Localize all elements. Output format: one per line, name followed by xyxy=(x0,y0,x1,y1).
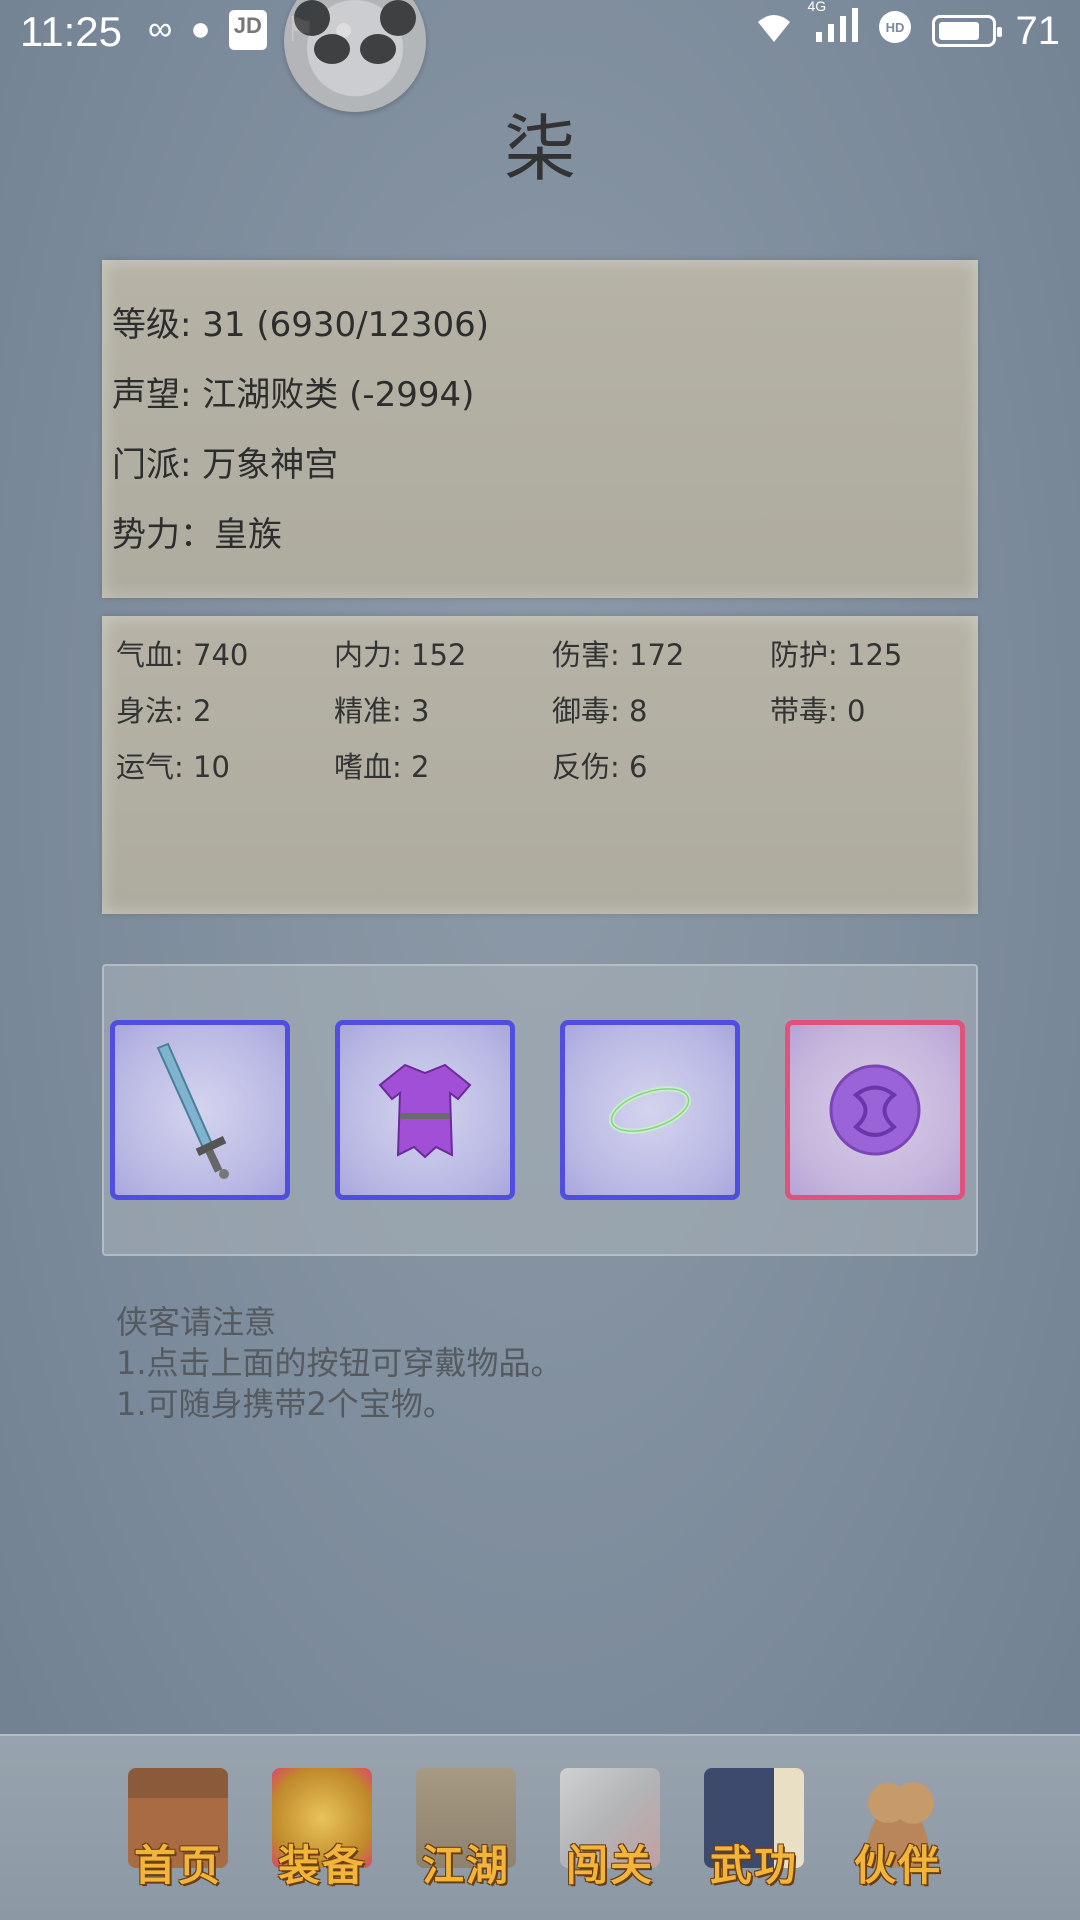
sect-text: 门派: 万象神宫 xyxy=(112,445,339,485)
robe-icon xyxy=(378,1063,472,1159)
stat-poison-resist: 御毒: 8 xyxy=(552,694,648,728)
svg-text:HD: HD xyxy=(885,20,904,35)
nav-jianghu-label: 江湖 xyxy=(421,1841,510,1890)
stat-agility: 身法: 2 xyxy=(116,694,212,728)
battery-icon xyxy=(931,15,1002,47)
stat-reflect: 反伤: 6 xyxy=(552,750,648,784)
sword-icon xyxy=(156,1042,229,1179)
nav-challenge[interactable]: 闯关 xyxy=(550,1768,670,1898)
jd-app-icon: JD xyxy=(228,10,267,50)
reputation-text: 声望: 江湖败类 (-2994) xyxy=(112,375,475,415)
bottom-navigation: 首页 装备 江湖 闯关 武功 伙伴 xyxy=(0,1734,1080,1920)
equip-slot-ring[interactable] xyxy=(560,1020,740,1200)
level-text: 等级: 31 (6930/12306) xyxy=(112,305,490,345)
equip-slot-weapon[interactable] xyxy=(110,1020,290,1200)
system-icons: 4G HD 71 xyxy=(754,0,1061,54)
character-info-panel: 等级: 31 (6930/12306) 声望: 江湖败类 (-2994) 门派:… xyxy=(102,260,978,598)
equip-slot-armor[interactable] xyxy=(335,1020,515,1200)
tips-line-1: 1.点击上面的按钮可穿戴物品。 xyxy=(116,1344,563,1382)
stat-accuracy: 精准: 3 xyxy=(334,694,430,728)
tips-line-2: 1.可随身携带2个宝物。 xyxy=(116,1385,455,1423)
avatar-eye xyxy=(314,34,350,64)
attributes-panel: 气血: 740 内力: 152 伤害: 172 防护: 125 身法: 2 精准… xyxy=(102,616,978,914)
equipment-panel xyxy=(102,964,978,1256)
ring-icon xyxy=(609,1086,691,1134)
nav-home-label: 首页 xyxy=(133,1841,222,1890)
nav-jianghu[interactable]: 江湖 xyxy=(406,1768,526,1898)
nav-equipment-label: 装备 xyxy=(277,1841,366,1890)
status-bar: 11:25 ∞ ● JD ⚑ ● 4G HD 71 xyxy=(0,0,1080,66)
stat-bloodthirst: 嗜血: 2 xyxy=(334,750,430,784)
battery-level: 71 xyxy=(1015,8,1061,53)
wifi-icon xyxy=(754,8,794,54)
stat-inner-power: 内力: 152 xyxy=(334,638,467,672)
nav-partners-label: 伙伴 xyxy=(853,1841,942,1890)
avatar-ear xyxy=(380,0,416,36)
chat-bubble-icon: ● xyxy=(190,10,211,48)
avatar-ear xyxy=(294,0,330,36)
nav-partners[interactable]: 伙伴 xyxy=(838,1768,958,1898)
nav-martial-arts-label: 武功 xyxy=(709,1841,798,1890)
nav-challenge-label: 闯关 xyxy=(565,1841,654,1890)
tips-heading: 侠客请注意 xyxy=(116,1303,277,1341)
signal-icon: 4G xyxy=(808,0,858,54)
tips-section: 侠客请注意 1.点击上面的按钮可穿戴物品。 1.可随身携带2个宝物。 xyxy=(116,1302,563,1425)
equip-slot-treasure[interactable] xyxy=(785,1020,965,1200)
hd-icon: HD xyxy=(878,9,912,54)
nav-martial-arts[interactable]: 武功 xyxy=(694,1768,814,1898)
stat-luck: 运气: 10 xyxy=(116,750,230,784)
character-name: 柒 xyxy=(503,107,576,191)
network-type: 4G xyxy=(807,0,827,14)
stat-damage: 伤害: 172 xyxy=(552,638,685,672)
status-time: 11:25 xyxy=(20,8,122,55)
infinity-icon: ∞ xyxy=(148,10,173,48)
nav-home[interactable]: 首页 xyxy=(118,1768,238,1898)
stat-poison: 带毒: 0 xyxy=(770,694,866,728)
faction-text: 势力：皇族 xyxy=(112,515,282,555)
nav-equipment[interactable]: 装备 xyxy=(262,1768,382,1898)
stat-hp: 气血: 740 xyxy=(116,638,249,672)
stat-defense: 防护: 125 xyxy=(770,638,903,672)
orb-icon xyxy=(829,1064,921,1156)
attributes-grid: 气血: 740 内力: 152 伤害: 172 防护: 125 身法: 2 精准… xyxy=(116,634,964,788)
avatar-eye xyxy=(360,34,396,64)
